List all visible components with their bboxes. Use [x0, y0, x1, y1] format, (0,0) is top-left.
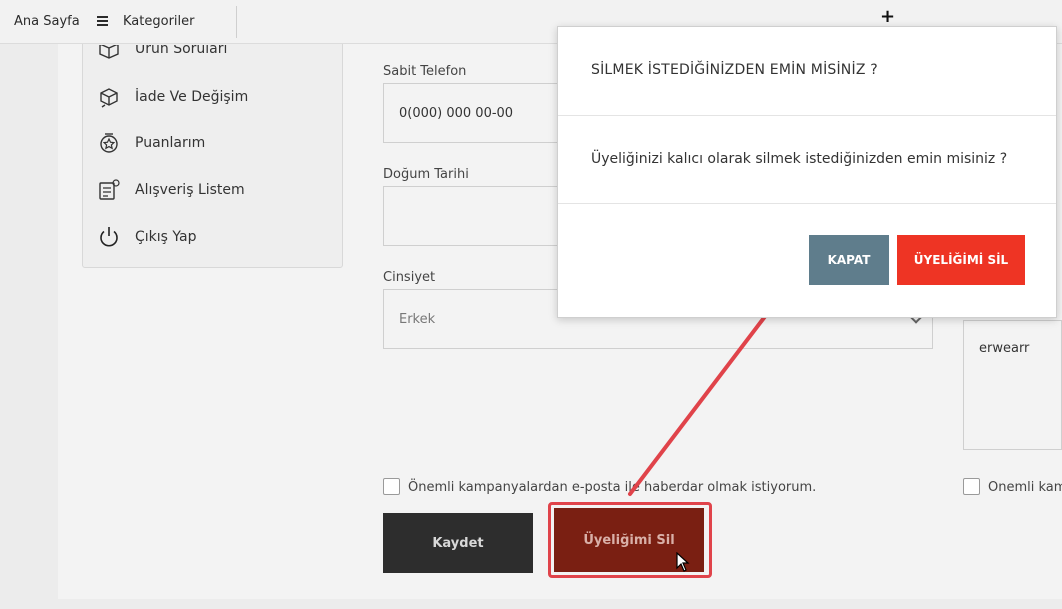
modal-title: SİLMEK İSTEDİĞİNİZDEN EMİN MİSİNİZ ?: [591, 62, 878, 78]
confirm-delete-modal: SİLMEK İSTEDİĞİNİZDEN EMİN MİSİNİZ ? Üye…: [557, 26, 1057, 318]
mouse-cursor-icon: [676, 552, 690, 572]
modal-delete-membership-button[interactable]: ÜYELİĞİMİ SİL: [897, 235, 1025, 285]
modal-divider: [558, 115, 1056, 116]
modal-divider: [558, 203, 1056, 204]
modal-body-text: Üyeliğinizi kalıcı olarak silmek istediğ…: [591, 151, 1008, 167]
modal-close-button[interactable]: KAPAT: [809, 235, 889, 285]
